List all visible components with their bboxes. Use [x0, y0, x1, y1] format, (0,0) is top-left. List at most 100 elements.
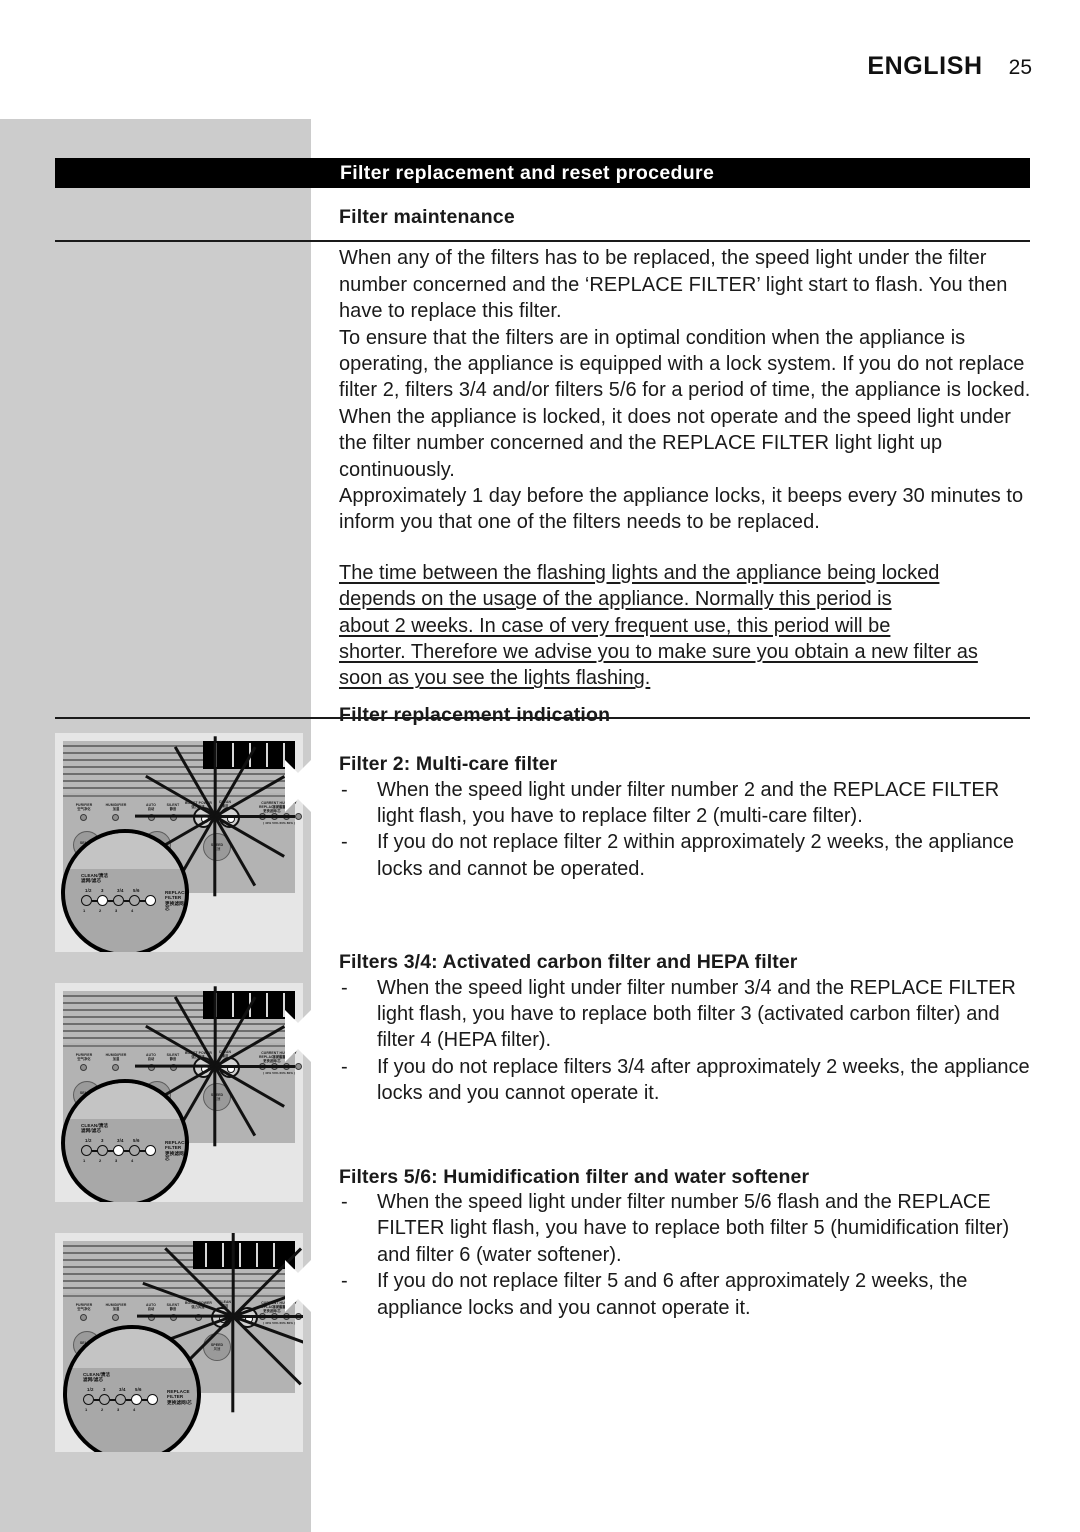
note-line: soon as you see the lights flashing.: [339, 667, 651, 690]
note-line: depends on the usage of the appliance. N…: [339, 588, 892, 611]
panel-notch-icon: [285, 1010, 311, 1062]
callout-ray: [135, 815, 215, 818]
note-underlined-block: The time between the flashing lights and…: [339, 560, 1031, 692]
panel-notch-icon: [285, 1260, 311, 1312]
page-header: ENGLISH 25: [867, 52, 1032, 81]
magnified-indicator-detail: CLEAN/清洁 滤网/滤芯 1/2 3 3/4 5/6 1 2 3 4 REPLACE FILTER…: [61, 1079, 189, 1202]
panel-notch-icon: [285, 760, 311, 812]
speed-mark: 2: [101, 1407, 104, 1412]
panel-label: SILENT 静音: [166, 1303, 180, 1312]
callout-ray: [213, 736, 217, 817]
paragraph-filter-maintenance-3: Approximately 1 day before the appliance…: [339, 485, 1024, 534]
speed-mark: 3: [115, 908, 118, 913]
filter-speed-led-1: [81, 895, 92, 906]
speed-mark: 4: [131, 1158, 134, 1163]
panel-label: PURIFIER 空气净化: [75, 1053, 93, 1062]
magnifier-clean-label: CLEAN/清洁 滤网/滤芯: [83, 1372, 111, 1383]
illustration-filters-34: PURIFIER 空气净化 HUMIDIFIER 加湿 AUTO 自动 SILENT 静音 BO…: [55, 983, 303, 1202]
purifier-led: [80, 814, 87, 821]
note-line: about 2 weeks. In case of very frequent …: [339, 614, 891, 637]
callout-ray: [213, 1066, 217, 1147]
filter-speed-led-2: [97, 895, 108, 906]
replace-filter-led: [145, 1145, 156, 1156]
callout-ray: [233, 1315, 303, 1318]
list-item-text: When the speed light under filter number…: [377, 976, 1016, 1052]
paragraph-filter-maintenance-1: When any of the filters has to be replac…: [339, 247, 1008, 323]
magnifier-replace-filter-label: REPLACE FILTER 更换滤网/芯: [165, 890, 188, 912]
replace-filter-led: [147, 1394, 158, 1405]
list-item-text: When the speed light under filter number…: [377, 1191, 1010, 1266]
filter-number-tag: 1/2: [87, 1387, 94, 1392]
section-banner: Filter replacement and reset procedure: [55, 158, 1030, 188]
panel-label: HUMIDIFIER 加湿: [105, 803, 127, 812]
speed-mark: 3: [115, 1158, 118, 1163]
heading-filters-34: Filters 3/4: Activated carbon filter and…: [339, 951, 798, 974]
callout-ray: [231, 1316, 235, 1413]
humidity-scale: ( 40% 50% 60% 80% ): [262, 821, 296, 825]
list-filters-56: - When the speed light under filter numbe…: [339, 1189, 1031, 1321]
dash-bullet: -: [341, 1191, 348, 1214]
grille: [63, 1241, 295, 1293]
vent-dark: [193, 1241, 295, 1269]
speed-mark: 1: [83, 908, 86, 913]
magnified-indicator-detail: CLEAN/清洁 滤网/滤芯 1/2 3 3/4 5/6 1 2 3 4 REPLACE FILTER…: [61, 829, 189, 952]
dash-bullet: -: [341, 778, 348, 801]
filter-speed-led-1: [83, 1394, 94, 1405]
note-line: The time between the flashing lights and…: [339, 561, 940, 584]
list-item: - When the speed light under filter numbe…: [339, 777, 1031, 830]
heading-filter-maintenance: Filter maintenance: [339, 206, 515, 228]
purifier-led: [80, 1314, 87, 1321]
speed-mark: 1: [85, 1407, 88, 1412]
filter-number-tag: 3: [101, 888, 104, 893]
heading-filter-2: Filter 2: Multi-care filter: [339, 753, 558, 776]
list-item-text: When the speed light under filter number…: [377, 778, 1000, 828]
list-item-text: If you do not replace filters 3/4 after …: [377, 1055, 1030, 1105]
illustration-filters-56: PURIFIER空气净化HUMIDIFIER加湿AUTO自动SILENT静音BO…: [55, 1233, 303, 1452]
heading-replacement-indication: Filter replacement indication: [339, 703, 611, 726]
filter-speed-led-3: [113, 1145, 124, 1156]
humidity-led: [295, 1063, 302, 1070]
humidity-scale: ( 40% 50% 60% 80% ): [262, 1071, 296, 1075]
page-language: ENGLISH: [867, 52, 983, 80]
speed-mark: 2: [99, 1158, 102, 1163]
magnifier-replace-filter-label: REPLACE FILTER 更换滤网/芯: [167, 1389, 192, 1405]
speed-mark: 1: [83, 1158, 86, 1163]
speed-mark: 3: [117, 1407, 120, 1412]
dash-bullet: -: [341, 831, 348, 854]
list-item-text: If you do not replace filter 5 and 6 aft…: [377, 1270, 968, 1319]
filter-speed-led-2: [99, 1394, 110, 1405]
filter-number-tag: 3/4: [117, 1138, 124, 1143]
filter-speed-led-4: [131, 1394, 142, 1405]
filter-number-tag: 5/6: [133, 888, 140, 893]
panel-label: PURIFIER 空气净化: [75, 803, 93, 812]
dash-bullet: -: [341, 1055, 348, 1078]
magnifier-replace-filter-label: REPLACE FILTER 更换滤网/芯: [165, 1140, 188, 1162]
grille: [63, 991, 295, 1043]
panel-label: AUTO 自动: [146, 1303, 156, 1312]
speed-mark: 4: [133, 1407, 136, 1412]
filter-speed-led-3: [113, 895, 124, 906]
callout-ray: [213, 816, 217, 897]
panel-label: SILENT 静音: [166, 803, 180, 812]
speed-button[interactable]: SPEED 风速: [203, 1333, 231, 1361]
magnifier-clean-label: CLEAN/清洁 滤网/滤芯: [81, 873, 109, 884]
filter-number-tag: 1/2: [85, 888, 92, 893]
callout-ray: [213, 986, 217, 1067]
humidity-led: [295, 813, 302, 820]
filter-number-tag: 3: [103, 1387, 106, 1392]
panel-label: AUTO 自动: [146, 1053, 156, 1062]
list-item: - If you do not replace filter 5 and 6 af…: [339, 1268, 1031, 1321]
magnifier-clean-label: CLEAN/清洁 滤网/滤芯: [81, 1123, 109, 1134]
filter-number-tag: 1/2: [85, 1138, 92, 1143]
list-filters-34: - When the speed light under filter numbe…: [339, 975, 1031, 1107]
magnified-indicator-detail: CLEAN/清洁 滤网/滤芯 1/2 3 3/4 5/6 1 2 3 4 REPLACE FILTER…: [63, 1325, 201, 1452]
speed-mark: 4: [131, 908, 134, 913]
panel-label: HUMIDIFIER 加湿: [105, 1303, 127, 1312]
filter-number-tag: 3/4: [117, 888, 124, 893]
list-item: - If you do not replace filter 2 within a…: [339, 829, 1031, 882]
callout-ray: [215, 1065, 295, 1068]
humidifier-led: [112, 1064, 119, 1071]
list-item: - If you do not replace filters 3/4 after…: [339, 1054, 1031, 1107]
filter-number-tag: 5/6: [135, 1387, 142, 1392]
main-content: Filter maintenance When any of the filte…: [339, 206, 1031, 1321]
